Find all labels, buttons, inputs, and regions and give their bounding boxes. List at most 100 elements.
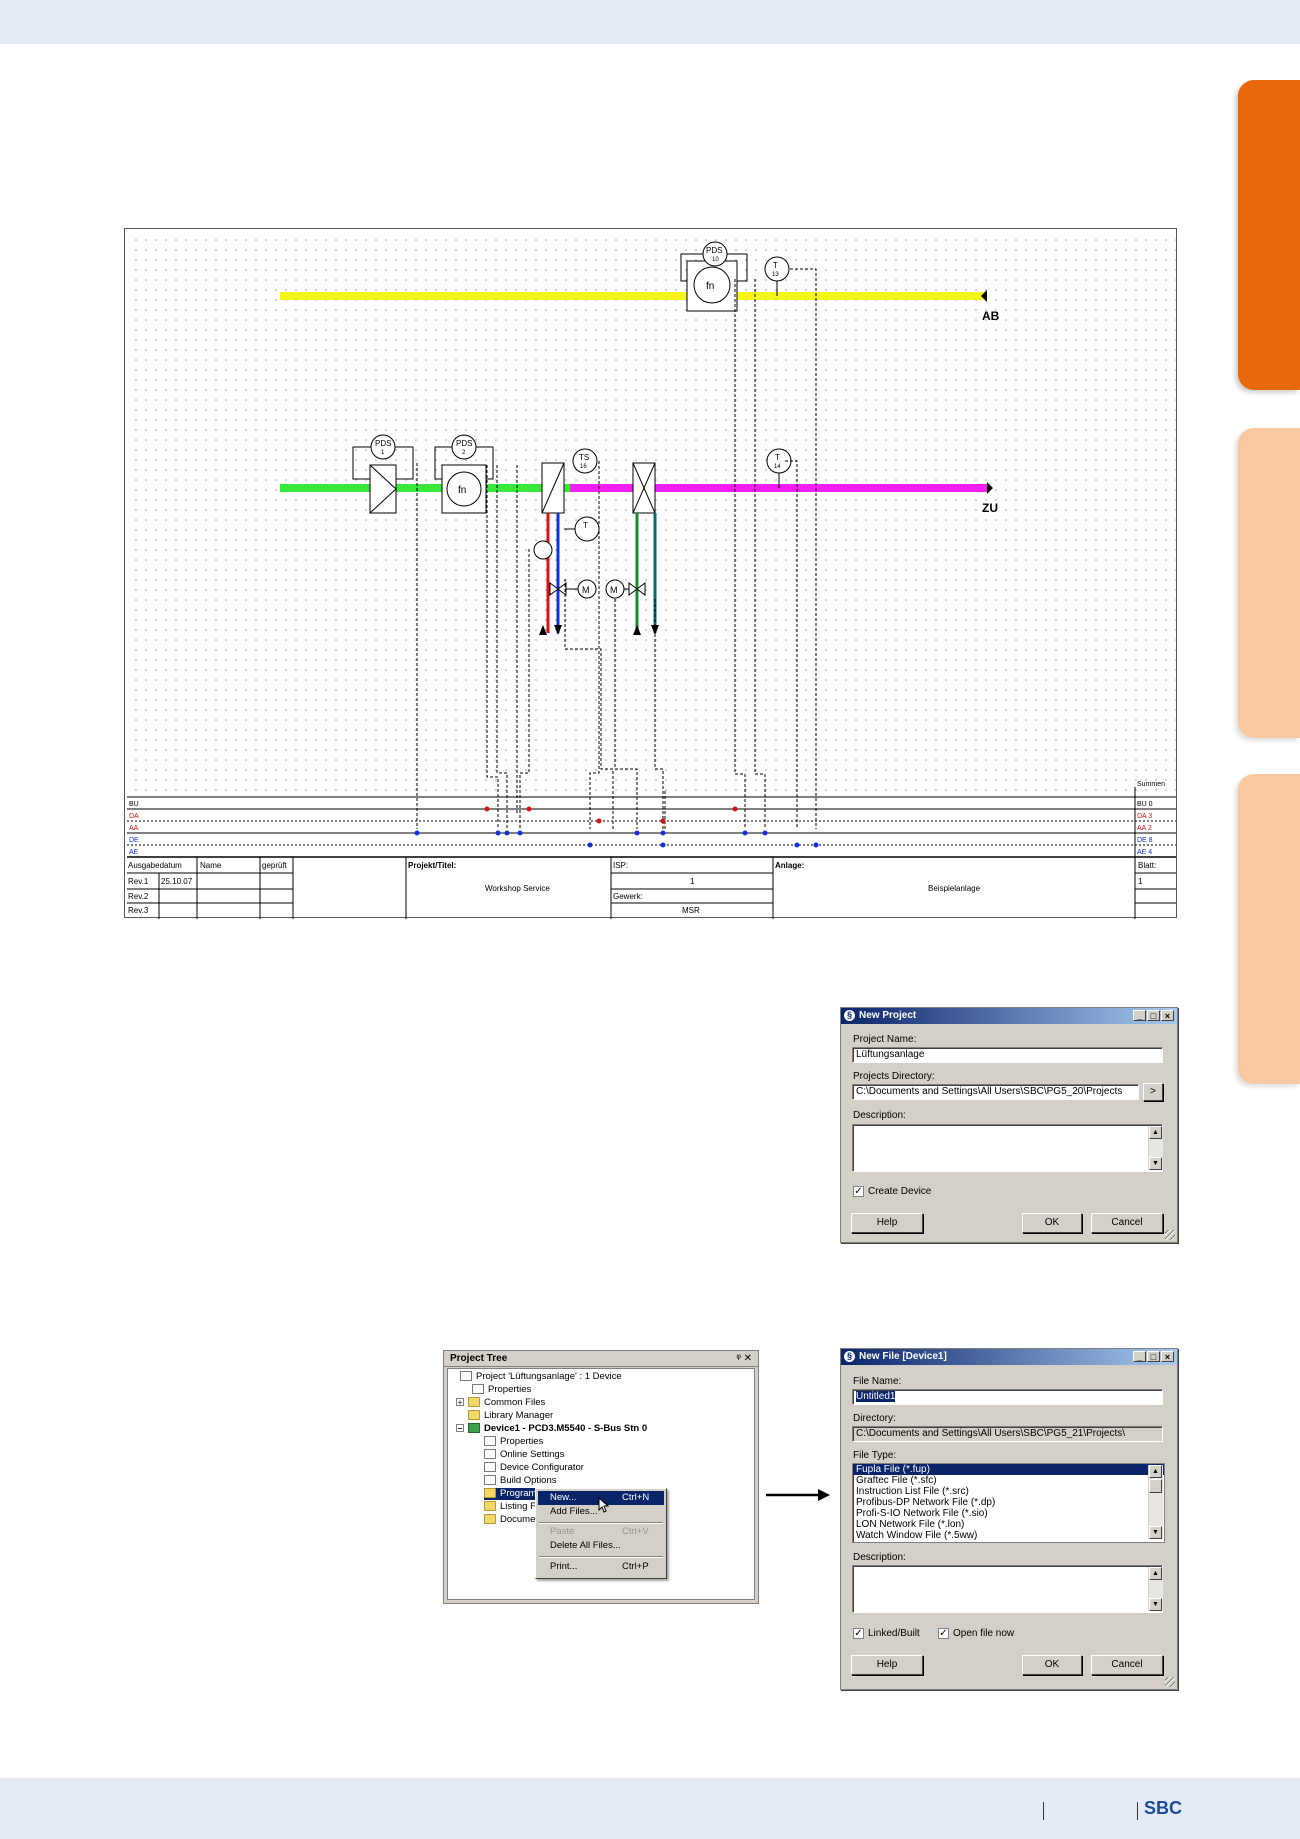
create-device-checkbox[interactable]: ✓ xyxy=(853,1186,864,1197)
scroll-down-icon[interactable]: ▼ xyxy=(1149,1526,1162,1539)
svg-text:Anlage:: Anlage: xyxy=(775,861,804,870)
tree-item-online-settings[interactable]: Online Settings xyxy=(484,1449,564,1461)
maximize-icon[interactable]: □ xyxy=(1147,1010,1160,1021)
cancel-button[interactable]: Cancel xyxy=(1091,1655,1163,1675)
description-scrollbar[interactable]: ▲ ▼ xyxy=(1148,1567,1163,1611)
scroll-up-icon[interactable]: ▲ xyxy=(1149,1567,1162,1580)
open-file-now-label: Open file now xyxy=(953,1628,1015,1639)
svg-text:25.10.07: 25.10.07 xyxy=(161,877,193,886)
list-item[interactable]: Fupla File (*.fup) xyxy=(853,1464,1164,1475)
scroll-up-icon[interactable]: ▲ xyxy=(1149,1465,1162,1478)
expand-icon[interactable]: + xyxy=(456,1398,464,1407)
section-tab-3[interactable] xyxy=(1238,774,1300,1084)
list-item[interactable]: Graftec File (*.sfc) xyxy=(853,1475,1164,1486)
open-file-now-checkbox[interactable]: ✓ xyxy=(938,1628,949,1639)
dialog-titlebar: § New File [Device1] _ □ × xyxy=(841,1349,1177,1365)
description-input[interactable] xyxy=(852,1565,1163,1613)
menu-item-print[interactable]: Print... Ctrl+P xyxy=(538,1560,664,1574)
section-tab-active[interactable] xyxy=(1238,80,1300,390)
list-item[interactable]: Instruction List File (*.src) xyxy=(853,1486,1164,1497)
section-tab-2[interactable] xyxy=(1238,428,1300,738)
svg-text:AA 2: AA 2 xyxy=(1137,825,1152,832)
svg-text:PDS: PDS xyxy=(706,246,722,255)
svg-text:Blatt:: Blatt: xyxy=(1138,861,1156,870)
properties-icon xyxy=(472,1384,484,1395)
cancel-button[interactable]: Cancel xyxy=(1091,1213,1163,1233)
list-item[interactable]: Profi-S-IO Network File (*.sio) xyxy=(853,1508,1164,1519)
maximize-icon[interactable]: □ xyxy=(1147,1351,1160,1362)
help-button[interactable]: Help xyxy=(851,1655,923,1675)
menu-item-delete-all-files[interactable]: Delete All Files... xyxy=(538,1539,664,1553)
svg-text:fn: fn xyxy=(706,281,714,292)
dialog-titlebar: § New Project _ □ × xyxy=(841,1008,1177,1024)
svg-text:1: 1 xyxy=(1138,877,1143,886)
projects-directory-label: Projects Directory: xyxy=(853,1071,935,1082)
exhaust-label: AB xyxy=(982,309,1000,323)
resize-grip[interactable] xyxy=(1165,1677,1175,1687)
pin-close-icon[interactable]: ᵠ ✕ xyxy=(736,1351,752,1366)
tree-item-device-properties[interactable]: Properties xyxy=(484,1436,543,1448)
tree-item-build-options[interactable]: Build Options xyxy=(484,1475,557,1487)
help-button[interactable]: Help xyxy=(851,1213,923,1233)
list-item[interactable]: LON Network File (*.lon) xyxy=(853,1519,1164,1530)
footer-divider xyxy=(1043,1802,1044,1820)
scroll-down-icon[interactable]: ▼ xyxy=(1149,1157,1162,1170)
app-icon: § xyxy=(844,1010,855,1021)
filter xyxy=(369,464,397,514)
svg-text:Name: Name xyxy=(200,861,222,870)
scroll-up-icon[interactable]: ▲ xyxy=(1149,1126,1162,1139)
library-icon xyxy=(468,1410,480,1421)
project-name-input[interactable]: Lüftungsanlage xyxy=(852,1047,1163,1063)
tree-item-device1[interactable]: − Device1 - PCD3.M5540 - S-Bus Stn 0 xyxy=(456,1423,647,1435)
create-device-label: Create Device xyxy=(868,1186,932,1197)
tree-item-library-manager[interactable]: Library Manager xyxy=(468,1410,553,1422)
list-item[interactable]: Profibus-DP Network File (*.dp) xyxy=(853,1497,1164,1508)
file-type-scrollbar[interactable]: ▲ ▼ xyxy=(1148,1465,1163,1539)
tree-item-device-configurator[interactable]: Device Configurator xyxy=(484,1462,584,1474)
description-scrollbar[interactable]: ▲ ▼ xyxy=(1148,1126,1163,1170)
project-tree-title: Project Tree xyxy=(450,1353,508,1364)
svg-text:fn: fn xyxy=(458,485,466,496)
ok-button[interactable]: OK xyxy=(1022,1655,1082,1675)
svg-text:TS: TS xyxy=(579,453,589,462)
scroll-thumb[interactable] xyxy=(1149,1479,1162,1493)
browse-button[interactable]: > xyxy=(1143,1083,1163,1101)
tree-item-program-files[interactable]: Program xyxy=(484,1488,539,1500)
tree-item-common-files[interactable]: + Common Files xyxy=(456,1397,545,1409)
svg-text:BU 0: BU 0 xyxy=(1137,801,1153,808)
list-item[interactable]: Watch Window File (*.5ww) xyxy=(853,1530,1164,1541)
ok-button[interactable]: OK xyxy=(1022,1213,1082,1233)
footer-brand: SBC xyxy=(1144,1798,1183,1818)
svg-text:13: 13 xyxy=(772,272,779,278)
context-menu: New... Ctrl+N Add Files... Paste Ctrl+V De… xyxy=(535,1488,667,1579)
exhaust-fan: fn xyxy=(686,260,738,312)
close-icon[interactable]: × xyxy=(1161,1351,1174,1362)
menu-item-paste[interactable]: Paste Ctrl+V xyxy=(538,1525,664,1539)
minimize-icon[interactable]: _ xyxy=(1133,1351,1146,1362)
linked-built-checkbox[interactable]: ✓ xyxy=(853,1628,864,1639)
resize-grip[interactable] xyxy=(1165,1230,1175,1240)
scroll-down-icon[interactable]: ▼ xyxy=(1149,1598,1162,1611)
project-tree-header: Project Tree ᵠ ✕ xyxy=(444,1351,758,1367)
svg-text:DA: DA xyxy=(129,813,139,820)
svg-text:1: 1 xyxy=(690,877,695,886)
arrow-right-icon xyxy=(766,1489,830,1501)
projects-directory-input[interactable]: C:\Documents and Settings\All Users\SBC\… xyxy=(852,1084,1139,1100)
tree-item-project[interactable]: Project 'Lüftungsanlage' : 1 Device xyxy=(460,1371,622,1383)
close-icon[interactable]: × xyxy=(1161,1010,1174,1021)
svg-text:ISP:: ISP: xyxy=(613,861,628,870)
svg-text:Ausgabedatum: Ausgabedatum xyxy=(128,861,182,870)
menu-separator xyxy=(539,1522,663,1524)
folder-icon xyxy=(484,1501,496,1512)
file-type-label: File Type: xyxy=(853,1450,897,1461)
file-type-list[interactable]: Fupla File (*.fup) Graftec File (*.sfc) … xyxy=(852,1463,1165,1543)
new-file-dialog: § New File [Device1] _ □ × File Name: Unti… xyxy=(840,1348,1178,1690)
directory-field: C:\Documents and Settings\All Users\SBC\… xyxy=(852,1426,1163,1442)
description-input[interactable] xyxy=(852,1124,1163,1172)
tree-item-properties[interactable]: Properties xyxy=(472,1384,531,1396)
svg-text:T: T xyxy=(583,521,588,530)
svg-text:DE 8: DE 8 xyxy=(1137,837,1153,844)
minimize-icon[interactable]: _ xyxy=(1133,1010,1146,1021)
collapse-icon[interactable]: − xyxy=(456,1424,464,1433)
file-name-input[interactable]: Untitled1 xyxy=(852,1389,1163,1405)
